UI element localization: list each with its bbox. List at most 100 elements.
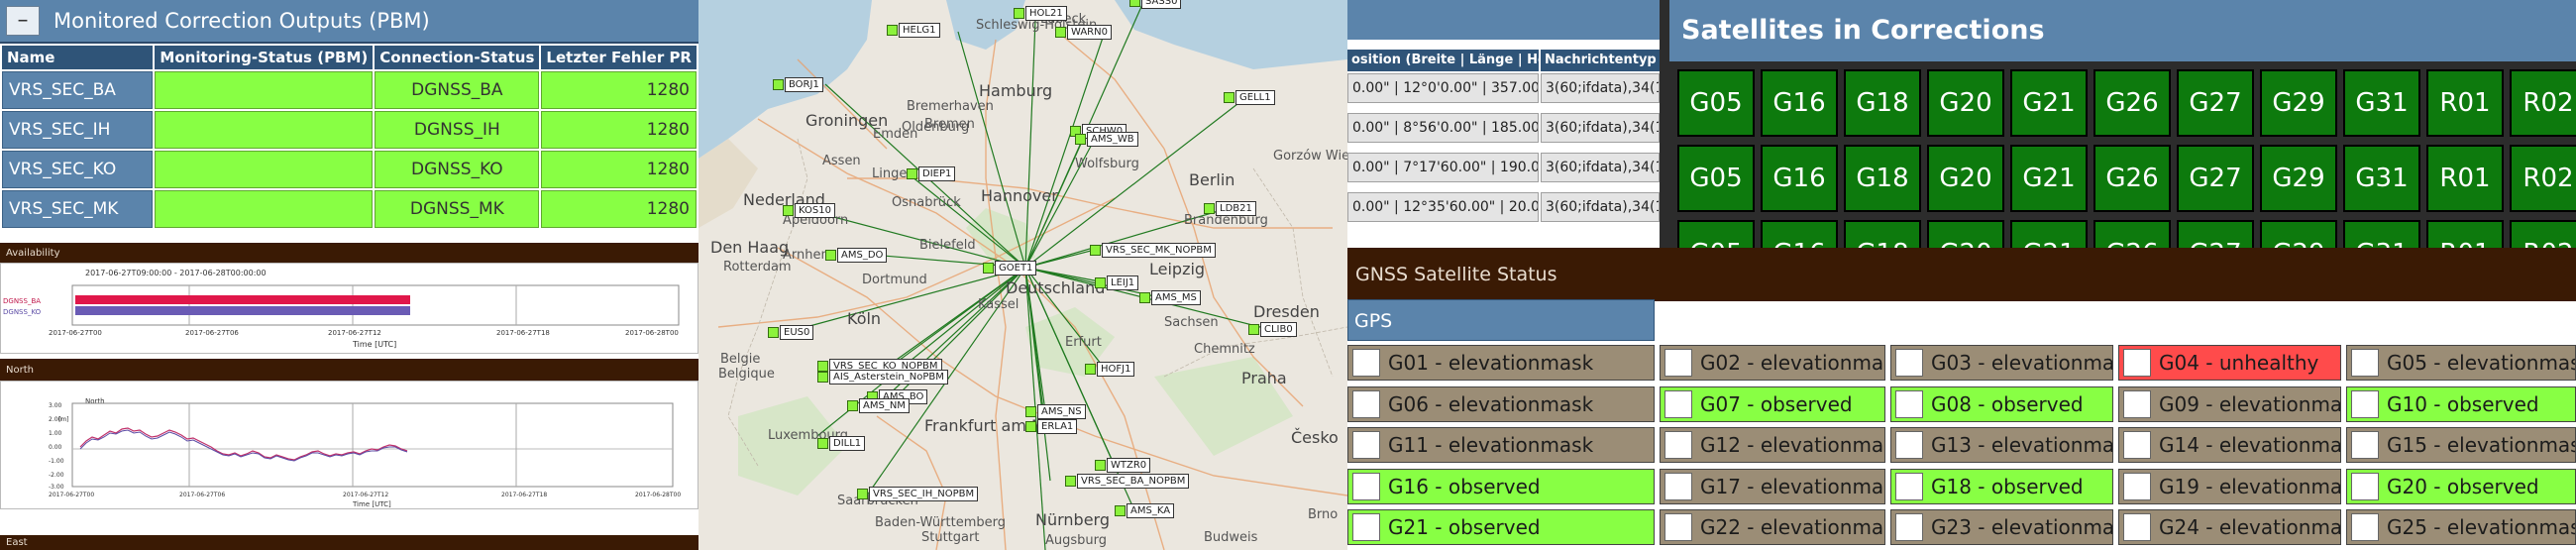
table-row[interactable]: VRS_SEC_MK DGNSS_MK 1280 [2, 190, 697, 228]
station-marker[interactable]: ERLA1 [1025, 419, 1078, 434]
satellite-status-item[interactable]: G20 - observed [2346, 468, 2576, 504]
satellite-status-item[interactable]: G13 - elevationmask [1890, 427, 2113, 463]
table-row[interactable]: VRS_SEC_IH DGNSS_IH 1280 [2, 111, 697, 149]
satellite-checkbox[interactable] [1895, 349, 1923, 377]
satellite-status-item[interactable]: G01 - elevationmask [1347, 345, 1655, 381]
station-marker[interactable]: GOET1 [983, 261, 1037, 275]
satellite-status-item[interactable]: G12 - elevationmask [1660, 427, 1885, 463]
satellite-status-item[interactable]: G07 - observed [1660, 385, 1885, 422]
station-marker[interactable]: HELG1 [887, 23, 940, 38]
station-marker[interactable]: AMS_NS [1025, 404, 1086, 419]
col-last-error[interactable]: Letzter Fehler PR [541, 46, 697, 69]
gnss-status-title: GNSS Satellite Status [1347, 248, 2576, 301]
satellite-status-item[interactable]: G25 - elevationmask [2346, 509, 2576, 545]
satellite-status-item[interactable]: G09 - elevationmask [2118, 385, 2341, 422]
satellite-checkbox[interactable] [2123, 389, 2151, 418]
satellite-status-item[interactable]: G22 - elevationmask [1660, 509, 1885, 545]
station-marker[interactable]: HOFJ1 [1085, 362, 1135, 377]
satellite-checkbox[interactable] [1664, 513, 1692, 541]
tab-gps[interactable]: GPS [1347, 299, 1655, 341]
satellite-status-item[interactable]: G02 - elevationmask [1660, 345, 1885, 381]
satellite-checkbox[interactable] [1664, 389, 1692, 418]
station-marker[interactable]: AMS_DO [825, 248, 888, 263]
col-monitoring[interactable]: Monitoring-Status (PBM) [155, 46, 374, 69]
satellite-status-item[interactable]: G19 - elevationmask [2118, 468, 2341, 504]
satellite-checkbox[interactable] [2351, 389, 2379, 418]
city-label: Baden-Württemberg [875, 515, 1006, 530]
station-marker[interactable]: AMS_MS [1139, 290, 1201, 305]
satellite-status-item[interactable]: G23 - elevationmask [1890, 509, 2113, 545]
satellite-checkbox[interactable] [1664, 472, 1692, 500]
row-name[interactable]: VRS_SEC_KO [2, 151, 154, 188]
y-tick-label: 1.00 [49, 430, 62, 437]
satellite-status-item[interactable]: G03 - elevationmask [1890, 345, 2113, 381]
station-marker[interactable]: WTZR0 [1095, 458, 1151, 473]
pbm-header: – Monitored Correction Outputs (PBM) [0, 0, 698, 44]
station-marker[interactable]: LEIJ1 [1095, 275, 1139, 290]
satellite-status-item[interactable]: G16 - observed [1347, 468, 1655, 504]
satellite-checkbox[interactable] [1352, 389, 1380, 418]
satellite-checkbox[interactable] [1895, 431, 1923, 459]
col-connection[interactable]: Connection-Status [375, 46, 540, 69]
station-marker[interactable]: VRS_SEC_BA_NOPBM [1065, 474, 1190, 489]
station-marker[interactable]: AMS_WB [1075, 132, 1138, 147]
satellite-checkbox[interactable] [2123, 431, 2151, 459]
collapse-button[interactable]: – [6, 6, 40, 36]
satellite-checkbox[interactable] [2351, 349, 2379, 377]
station-marker[interactable]: GELL1 [1224, 90, 1275, 105]
satellite-checkbox[interactable] [1352, 472, 1380, 500]
satellite-checkbox[interactable] [1895, 513, 1923, 541]
satellite-checkbox[interactable] [1664, 431, 1692, 459]
satellite-checkbox[interactable] [1895, 389, 1923, 418]
satellite-status-item[interactable]: G14 - elevationmask [2118, 427, 2341, 463]
station-marker[interactable]: LDB21 [1204, 201, 1256, 216]
satellite-status-item[interactable]: G05 - elevationmask [2346, 345, 2576, 381]
col-name[interactable]: Name [2, 46, 154, 69]
satellite-checkbox[interactable] [2123, 513, 2151, 541]
station-marker[interactable]: HOL21 [1014, 6, 1067, 21]
col-position[interactable]: osition (Breite | Länge | Höhe) [1347, 50, 1539, 71]
satellite-status-label: G14 - elevationmask [2159, 433, 2341, 457]
station-marker[interactable]: EUS0 [768, 325, 814, 340]
satellite-status-item[interactable]: G06 - elevationmask [1347, 385, 1655, 422]
row-name[interactable]: VRS_SEC_IH [2, 111, 154, 149]
station-marker[interactable]: VRS_SEC_MK_NOPBM [1090, 243, 1216, 258]
station-marker[interactable]: AMS_NM [847, 398, 910, 413]
satellite-checkbox[interactable] [2351, 513, 2379, 541]
satellite-checkbox[interactable] [1895, 472, 1923, 500]
satellite-checkbox[interactable] [1352, 513, 1380, 541]
satellite-checkbox[interactable] [2351, 472, 2379, 500]
station-marker[interactable]: KOS10 [783, 203, 835, 218]
satellite-status-item[interactable]: G15 - elevationmask [2346, 427, 2576, 463]
satellite-checkbox[interactable] [2123, 349, 2151, 377]
col-message-type[interactable]: Nachrichtentyp [1541, 50, 1660, 71]
satellite-checkbox[interactable] [2123, 472, 2151, 500]
satellite-checkbox[interactable] [2351, 431, 2379, 459]
station-marker[interactable]: DIEP1 [907, 166, 956, 181]
satellite-cell: G05 [1677, 220, 1755, 248]
satellite-status-item[interactable]: G11 - elevationmask [1347, 427, 1655, 463]
station-marker[interactable]: VRS_SEC_IH_NOPBM [857, 487, 979, 501]
station-marker[interactable]: CLIB0 [1248, 322, 1297, 337]
row-name[interactable]: VRS_SEC_BA [2, 71, 154, 109]
satellite-status-item[interactable]: G04 - unhealthy [2118, 345, 2341, 381]
satellite-status-item[interactable]: G08 - observed [1890, 385, 2113, 422]
station-marker[interactable]: SASS0 [1129, 0, 1182, 9]
station-marker[interactable]: AIS_Asterstein_NoPBM [817, 370, 948, 385]
satellite-status-item[interactable]: G10 - observed [2346, 385, 2576, 422]
station-map[interactable]: Schleswig-Holstein Lübeck Hamburg Bremer… [698, 0, 1347, 550]
station-marker[interactable]: DILL1 [817, 436, 866, 451]
station-marker[interactable]: BORJ1 [773, 77, 823, 92]
satellite-status-item[interactable]: G18 - observed [1890, 468, 2113, 504]
station-marker[interactable]: AMS_KA [1115, 503, 1175, 518]
satellite-checkbox[interactable] [1664, 349, 1692, 377]
satellite-status-item[interactable]: G24 - elevationmask [2118, 509, 2341, 545]
satellite-checkbox[interactable] [1352, 431, 1380, 459]
satellite-checkbox[interactable] [1352, 349, 1380, 377]
station-marker[interactable]: WARN0 [1055, 25, 1112, 40]
satellite-status-item[interactable]: G17 - elevationmask [1660, 468, 1885, 504]
satellite-status-item[interactable]: G21 - observed [1347, 509, 1655, 545]
table-row[interactable]: VRS_SEC_KO DGNSS_KO 1280 [2, 151, 697, 188]
table-row[interactable]: VRS_SEC_BA DGNSS_BA 1280 [2, 71, 697, 109]
row-name[interactable]: VRS_SEC_MK [2, 190, 154, 228]
